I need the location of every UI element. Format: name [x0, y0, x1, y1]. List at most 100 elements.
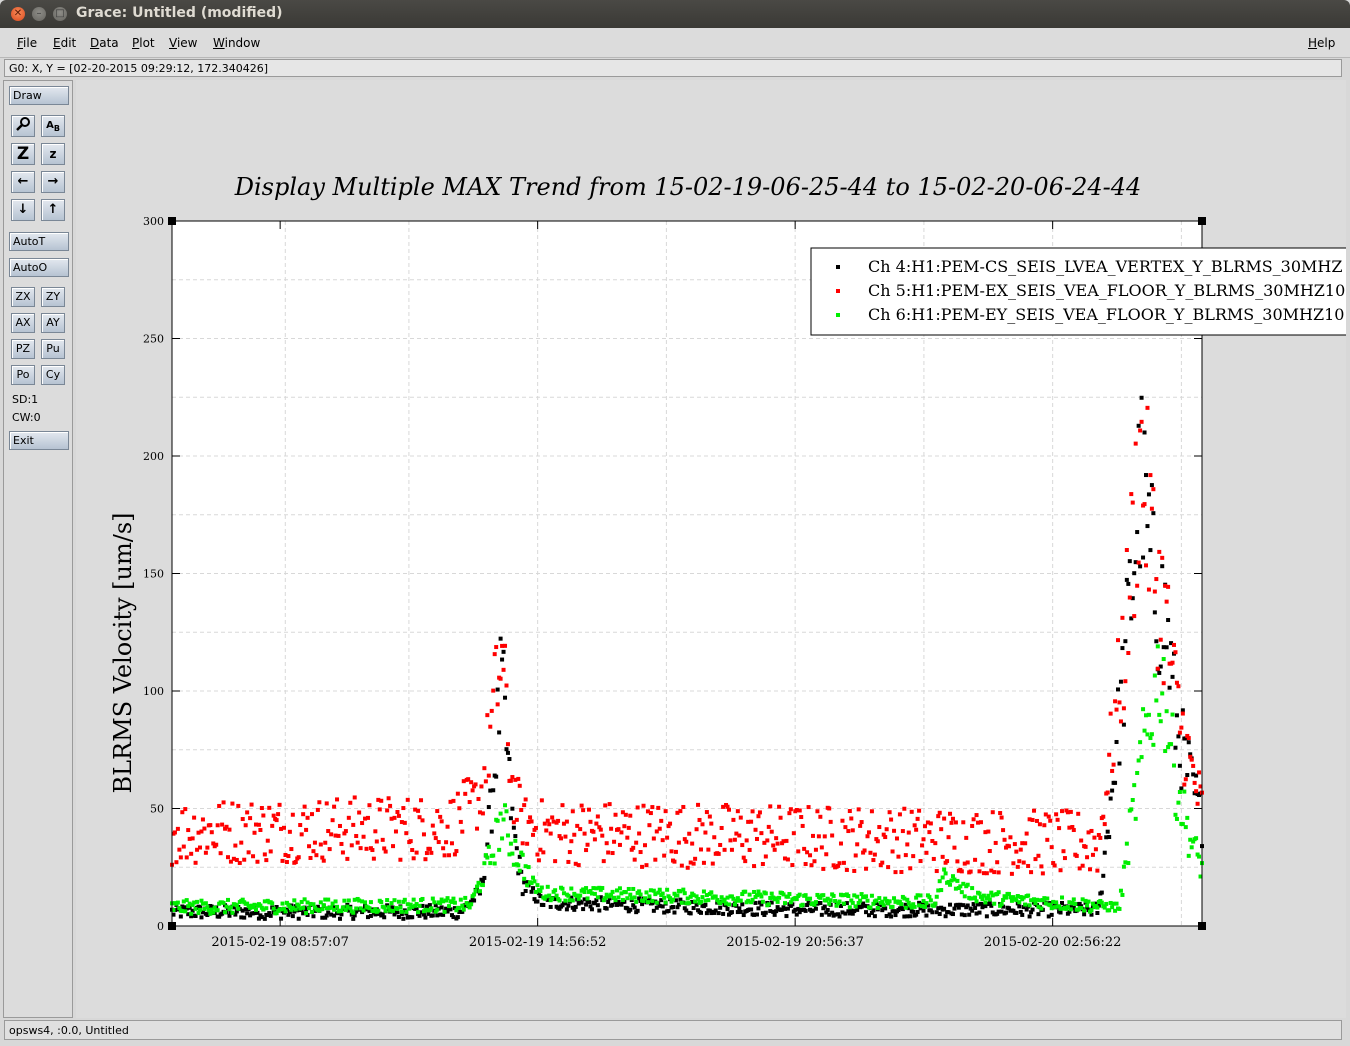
data-point	[961, 820, 966, 825]
data-point	[610, 851, 615, 856]
data-point	[556, 818, 561, 823]
ax-button[interactable]: AX	[11, 313, 35, 333]
data-point	[1107, 835, 1112, 840]
data-point	[678, 809, 683, 814]
draw-button[interactable]: Draw	[9, 86, 69, 105]
ay-button[interactable]: AY	[41, 313, 65, 333]
data-point	[691, 861, 696, 866]
data-point	[1183, 825, 1188, 830]
cy-button[interactable]: Cy	[41, 365, 65, 385]
data-point	[967, 912, 972, 917]
data-point	[846, 829, 851, 834]
data-point	[457, 806, 462, 811]
data-point	[1161, 657, 1166, 662]
data-point	[1126, 581, 1131, 586]
data-point	[787, 811, 792, 816]
arrow-down-icon[interactable]: ↓	[11, 199, 35, 221]
data-point	[609, 826, 614, 831]
data-point	[877, 825, 882, 830]
data-point	[718, 842, 723, 847]
data-point	[274, 818, 279, 823]
close-icon[interactable]: ✕	[11, 7, 25, 21]
data-point	[380, 837, 385, 842]
data-point	[818, 901, 823, 906]
data-point	[296, 916, 301, 921]
menu-file[interactable]: File	[17, 36, 37, 50]
data-point	[385, 808, 390, 813]
data-point	[1124, 577, 1129, 582]
data-point	[339, 841, 344, 846]
data-point	[847, 809, 852, 814]
data-point	[900, 829, 905, 834]
data-point	[894, 836, 899, 841]
data-point	[501, 649, 506, 654]
menu-window[interactable]: Window	[213, 36, 260, 50]
data-point	[411, 897, 416, 902]
chart-svg: Display Multiple MAX Trend from 15-02-19…	[109, 173, 1346, 950]
menu-edit[interactable]: Edit	[53, 36, 76, 50]
data-point	[721, 911, 726, 916]
zx-button[interactable]: ZX	[11, 287, 35, 307]
data-point	[1164, 709, 1169, 714]
data-point	[850, 900, 855, 905]
legend-marker	[836, 313, 840, 317]
data-point	[410, 915, 415, 920]
pz-button[interactable]: PZ	[11, 339, 35, 359]
data-point	[398, 905, 403, 910]
data-point	[200, 817, 205, 822]
data-point	[743, 889, 748, 894]
menu-view[interactable]: View	[169, 36, 197, 50]
data-point	[545, 818, 550, 823]
text-ab-icon[interactable]: AB	[41, 115, 65, 137]
zoom-in-icon[interactable]: Z	[11, 143, 35, 165]
data-point	[469, 902, 474, 907]
pu-button[interactable]: Pu	[41, 339, 65, 359]
data-point	[354, 906, 359, 911]
data-point	[1176, 684, 1181, 689]
magnifier-icon[interactable]	[11, 115, 35, 137]
data-point	[477, 889, 482, 894]
resize-handle	[1198, 217, 1206, 225]
data-point	[1018, 847, 1023, 852]
data-point	[296, 855, 301, 860]
plot-canvas[interactable]: Display Multiple MAX Trend from 15-02-19…	[76, 80, 1346, 1018]
arrow-right-icon[interactable]: →	[41, 171, 65, 193]
data-point	[1130, 500, 1135, 505]
data-point	[1027, 914, 1032, 919]
autot-button[interactable]: AutoT	[9, 232, 69, 251]
exit-button[interactable]: Exit	[9, 431, 69, 450]
data-point	[778, 815, 783, 820]
minimize-icon[interactable]: –	[32, 7, 46, 21]
data-point	[1068, 809, 1073, 814]
data-point	[514, 846, 519, 851]
data-point	[859, 820, 864, 825]
maximize-icon[interactable]: □	[53, 7, 67, 21]
data-point	[712, 835, 717, 840]
data-point	[1054, 900, 1059, 905]
data-point	[865, 898, 870, 903]
data-point	[541, 850, 546, 855]
zy-button[interactable]: ZY	[41, 287, 65, 307]
legend-label: Ch 5:H1:PEM-EX_SEIS_VEA_FLOOR_Y_BLRMS_30…	[868, 281, 1345, 300]
po-button[interactable]: Po	[11, 365, 35, 385]
menu-data[interactable]: Data	[90, 36, 119, 50]
arrow-up-icon[interactable]: ↑	[41, 199, 65, 221]
data-point	[986, 829, 991, 834]
data-point	[1040, 871, 1045, 876]
data-point	[617, 886, 622, 891]
arrow-left-icon[interactable]: ←	[11, 171, 35, 193]
data-point	[728, 838, 733, 843]
data-point	[784, 914, 789, 919]
data-point	[704, 810, 709, 815]
zoom-out-icon[interactable]: z	[41, 143, 65, 165]
autoo-button[interactable]: AutoO	[9, 258, 69, 277]
data-point	[292, 898, 297, 903]
data-point	[815, 809, 820, 814]
data-point	[382, 915, 387, 920]
data-point	[307, 844, 312, 849]
menu-help[interactable]: Help	[1308, 36, 1335, 50]
data-point	[279, 916, 284, 921]
menu-plot[interactable]: Plot	[132, 36, 155, 50]
data-point	[240, 817, 245, 822]
data-point	[315, 807, 320, 812]
